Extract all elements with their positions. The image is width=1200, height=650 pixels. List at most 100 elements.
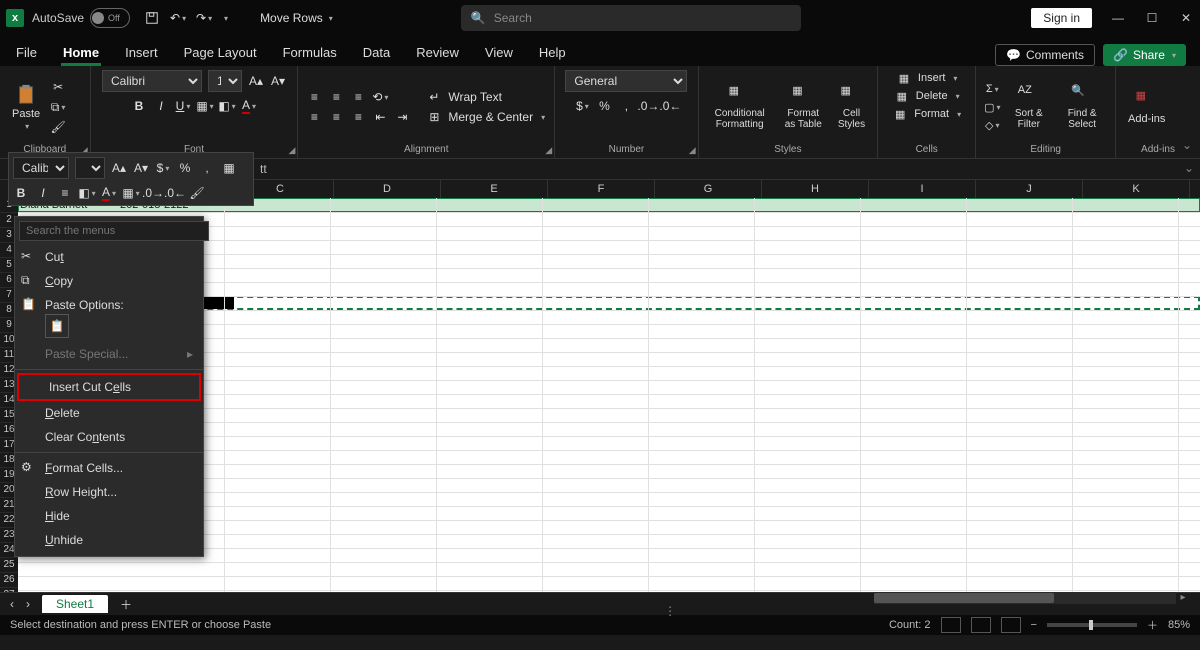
decrease-indent-icon[interactable]: ⇤ xyxy=(372,109,388,125)
mini-size-select[interactable]: 11 xyxy=(75,157,105,179)
font-name-select[interactable]: Calibri xyxy=(102,70,202,92)
decrease-decimal-icon[interactable]: .0← xyxy=(662,98,678,114)
undo-icon[interactable]: ↶▾ xyxy=(170,10,186,26)
sheet-menu-icon[interactable]: ⋮ xyxy=(664,604,676,618)
autosave-toggle[interactable]: AutoSave Off xyxy=(32,8,130,28)
align-middle-icon[interactable]: ≡ xyxy=(328,89,344,105)
tab-page-layout[interactable]: Page Layout xyxy=(182,39,259,66)
tab-review[interactable]: Review xyxy=(414,39,461,66)
mini-dec-decimal-icon[interactable]: .0← xyxy=(167,185,183,201)
alignment-launcher-icon[interactable]: ◢ xyxy=(545,145,552,156)
col-header[interactable]: F xyxy=(548,180,655,198)
qat-more-icon[interactable]: ▾ xyxy=(224,14,228,23)
format-cells-button[interactable]: ▦Format▾ xyxy=(892,106,961,122)
align-left-icon[interactable]: ≡ xyxy=(306,109,322,125)
col-header[interactable]: G xyxy=(655,180,762,198)
context-search-input[interactable] xyxy=(19,221,209,241)
share-button[interactable]: 🔗 Share ▾ xyxy=(1103,44,1186,66)
zoom-level[interactable]: 85% xyxy=(1168,619,1190,631)
align-right-icon[interactable]: ≡ xyxy=(350,109,366,125)
tab-file[interactable]: File xyxy=(14,39,39,66)
col-header[interactable]: D xyxy=(334,180,441,198)
mini-align-icon[interactable]: ≡ xyxy=(57,185,73,201)
tab-home[interactable]: Home xyxy=(61,39,101,66)
ctx-cut[interactable]: ✂Cut xyxy=(15,245,203,269)
row-header[interactable]: 25 xyxy=(0,558,18,573)
paste-button[interactable]: Paste▾ xyxy=(8,82,44,133)
mini-increase-font-icon[interactable]: A▴ xyxy=(111,160,127,176)
zoom-slider-knob[interactable] xyxy=(1089,620,1093,630)
expand-formula-bar-icon[interactable]: ⌄ xyxy=(1184,161,1194,175)
page-break-view-icon[interactable] xyxy=(1001,617,1021,633)
close-icon[interactable]: ✕ xyxy=(1178,10,1194,26)
clear-icon[interactable]: ◇▾ xyxy=(984,117,1000,133)
row-header[interactable]: 26 xyxy=(0,573,18,588)
mini-bold-icon[interactable]: B xyxy=(13,185,29,201)
redo-icon[interactable]: ↷▾ xyxy=(196,10,212,26)
move-rows-dropdown[interactable]: Move Rows▾ xyxy=(260,11,333,25)
autosum-icon[interactable]: Σ▾ xyxy=(984,81,1000,97)
autosave-switch[interactable]: Off xyxy=(90,8,130,28)
ctx-copy[interactable]: ⧉Copy xyxy=(15,269,203,293)
underline-icon[interactable]: U▾ xyxy=(175,98,191,114)
col-header[interactable]: J xyxy=(976,180,1083,198)
search-box[interactable]: 🔍 Search xyxy=(461,5,801,31)
cell-styles-button[interactable]: ▦Cell Styles xyxy=(834,82,869,132)
insert-cells-button[interactable]: ▦Insert▾ xyxy=(896,70,958,86)
mini-cond-format-icon[interactable]: ▦ xyxy=(221,160,237,176)
collapse-ribbon-icon[interactable]: ⌄ xyxy=(1182,138,1192,152)
number-format-select[interactable]: General xyxy=(565,70,687,92)
tab-formulas[interactable]: Formulas xyxy=(281,39,339,66)
wrap-text-button[interactable]: ↵Wrap Text xyxy=(426,89,545,105)
conditional-formatting-button[interactable]: ▦Conditional Formatting xyxy=(707,82,773,132)
font-color-icon[interactable]: A▾ xyxy=(241,98,257,114)
decrease-font-icon[interactable]: A▾ xyxy=(270,73,286,89)
save-icon[interactable] xyxy=(144,10,160,26)
align-top-icon[interactable]: ≡ xyxy=(306,89,322,105)
maximize-icon[interactable]: ☐ xyxy=(1144,10,1160,26)
increase-font-icon[interactable]: A▴ xyxy=(248,73,264,89)
mini-comma-icon[interactable]: , xyxy=(199,160,215,176)
comma-icon[interactable]: , xyxy=(618,98,634,114)
borders-icon[interactable]: ▦▾ xyxy=(197,98,213,114)
mini-decrease-font-icon[interactable]: A▾ xyxy=(133,160,149,176)
zoom-in-icon[interactable]: ＋ xyxy=(1147,617,1158,633)
align-center-icon[interactable]: ≡ xyxy=(328,109,344,125)
fill-icon[interactable]: ▢▾ xyxy=(984,99,1000,115)
ctx-paste-default[interactable]: 📋 xyxy=(45,314,69,338)
fill-color-icon[interactable]: ◧▾ xyxy=(219,98,235,114)
ctx-format-cells[interactable]: ⚙Format Cells... xyxy=(15,456,203,480)
ctx-delete[interactable]: Delete xyxy=(15,401,203,425)
mini-fill-icon[interactable]: ◧▾ xyxy=(79,185,95,201)
scrollbar-thumb[interactable] xyxy=(874,593,1054,603)
col-header[interactable]: K xyxy=(1083,180,1190,198)
find-select-button[interactable]: 🔍Find & Select xyxy=(1057,82,1107,132)
zoom-out-icon[interactable]: − xyxy=(1031,619,1037,631)
mini-font-color-icon[interactable]: A▾ xyxy=(101,185,117,201)
ctx-clear-contents[interactable]: Clear Contents xyxy=(15,425,203,449)
horizontal-scrollbar[interactable] xyxy=(874,592,1176,604)
next-sheet-icon[interactable]: › xyxy=(26,597,30,611)
tab-data[interactable]: Data xyxy=(361,39,392,66)
mini-currency-icon[interactable]: $▾ xyxy=(155,160,171,176)
delete-cells-button[interactable]: ▦Delete▾ xyxy=(894,88,960,104)
orientation-icon[interactable]: ⟲▾ xyxy=(372,89,388,105)
zoom-slider[interactable] xyxy=(1047,623,1137,627)
align-bottom-icon[interactable]: ≡ xyxy=(350,89,366,105)
copy-icon[interactable]: ⧉▾ xyxy=(50,99,66,115)
minimize-icon[interactable]: — xyxy=(1110,10,1126,26)
increase-decimal-icon[interactable]: .0→ xyxy=(640,98,656,114)
merge-center-button[interactable]: ⊞Merge & Center▾ xyxy=(426,109,545,125)
mini-inc-decimal-icon[interactable]: .0→ xyxy=(145,185,161,201)
ctx-insert-cut-cells[interactable]: Insert Cut Cells xyxy=(17,373,201,401)
scroll-right-icon[interactable]: ▸ xyxy=(1176,592,1190,604)
addins-button[interactable]: ▦Add-ins xyxy=(1124,87,1169,127)
cut-icon[interactable]: ✂ xyxy=(50,79,66,95)
sort-filter-button[interactable]: AZSort & Filter xyxy=(1006,82,1051,132)
font-size-select[interactable]: 11 xyxy=(208,70,242,92)
mini-format-painter-icon[interactable]: 🖌 xyxy=(189,185,205,201)
percent-icon[interactable]: % xyxy=(596,98,612,114)
number-launcher-icon[interactable]: ◢ xyxy=(689,145,696,156)
format-painter-icon[interactable]: 🖌 xyxy=(50,119,66,135)
font-launcher-icon[interactable]: ◢ xyxy=(288,145,295,156)
